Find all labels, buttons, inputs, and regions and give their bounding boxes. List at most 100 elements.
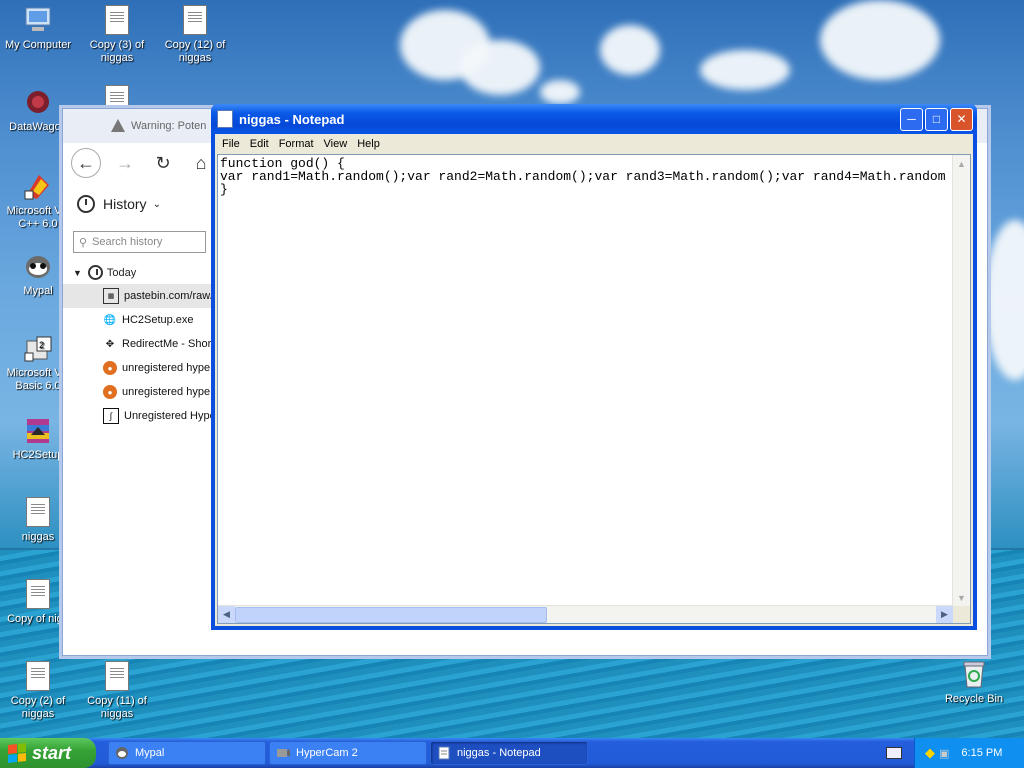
taskbar-button-label: niggas - Notepad: [457, 747, 541, 759]
editor-content[interactable]: function god() { var rand1=Math.random()…: [218, 155, 970, 196]
visual-basic-icon: 2: [22, 332, 54, 364]
minimize-button[interactable]: ─: [900, 107, 923, 131]
desktop-icon-copy-11[interactable]: Copy (11) of niggas: [77, 660, 157, 721]
menu-view[interactable]: View: [319, 138, 353, 150]
horizontal-scrollbar[interactable]: ◀ ▶: [218, 605, 953, 623]
notepad-icon: [217, 110, 233, 128]
hypercam-icon: ●: [103, 361, 117, 375]
windows-logo-icon: [8, 743, 26, 763]
computer-icon: [22, 4, 54, 36]
hypercam-icon: [277, 749, 290, 757]
menu-edit[interactable]: Edit: [245, 138, 274, 150]
text-file-icon: [183, 5, 207, 35]
history-item[interactable]: ✥ RedirectMe - Short: [63, 332, 211, 356]
vertical-scrollbar[interactable]: ▲ ▼: [952, 155, 970, 606]
history-item-label: HC2Setup.exe: [122, 314, 194, 326]
text-editor[interactable]: function god() { var rand1=Math.random()…: [217, 154, 971, 624]
notepad-titlebar[interactable]: niggas - Notepad ─ □ ✕: [211, 104, 977, 134]
history-item-label: Unregistered Hype: [124, 410, 211, 422]
scroll-down-button[interactable]: ▼: [953, 589, 970, 606]
hypercam-icon: ●: [103, 385, 117, 399]
clock-icon: [87, 265, 103, 280]
notepad-window[interactable]: niggas - Notepad ─ □ ✕ File Edit Format …: [211, 104, 977, 630]
text-file-icon: [26, 579, 50, 609]
system-tray: ◆ ▣ 6:15 PM: [914, 738, 1024, 768]
warning-icon: [111, 118, 125, 132]
recycle-bin-icon: [958, 658, 990, 690]
security-shield-icon[interactable]: ◆: [925, 745, 935, 761]
size-grip[interactable]: [953, 606, 970, 623]
forward-button[interactable]: →: [111, 149, 139, 177]
text-file-icon: [105, 661, 129, 691]
menu-file[interactable]: File: [217, 138, 245, 150]
text-file-icon: [105, 5, 129, 35]
search-icon: ⚲: [79, 236, 88, 249]
desktop-icon-label: Copy (12) of niggas: [164, 39, 226, 64]
reload-button[interactable]: ↻: [149, 149, 177, 177]
search-placeholder: Search history: [92, 236, 163, 248]
scroll-left-button[interactable]: ◀: [218, 606, 235, 623]
menu-bar: File Edit Format View Help: [215, 134, 973, 154]
taskbar-button-mypal[interactable]: Mypal: [108, 741, 266, 765]
network-icon[interactable]: ▣: [939, 747, 949, 760]
history-item[interactable]: ▦ pastebin.com/raw/: [63, 284, 211, 308]
arrow-left-icon: ←: [77, 152, 95, 173]
scroll-up-button[interactable]: ▲: [953, 155, 970, 172]
history-item-label: RedirectMe - Short: [122, 338, 211, 350]
scroll-right-button[interactable]: ▶: [936, 606, 953, 623]
notepad-body: File Edit Format View Help function god(…: [215, 134, 973, 626]
history-item[interactable]: ● unregistered hype: [63, 356, 211, 380]
home-icon: ⌂: [195, 152, 207, 173]
maximize-button[interactable]: □: [925, 107, 948, 131]
start-button[interactable]: start: [0, 738, 96, 768]
clock-icon: [77, 195, 95, 213]
history-title: History: [103, 196, 147, 212]
chevron-down-icon: ▼: [73, 267, 82, 278]
taskbar-button-notepad[interactable]: niggas - Notepad: [430, 741, 588, 765]
taskbar-button-label: Mypal: [135, 747, 165, 759]
svg-text:2: 2: [39, 340, 44, 350]
taskbar-button-label: HyperCam 2: [296, 747, 358, 759]
desktop-icon-label: Copy (3) of niggas: [89, 39, 145, 64]
mypal-icon: [22, 250, 54, 282]
back-button[interactable]: ←: [71, 148, 101, 178]
notepad-title: niggas - Notepad: [239, 111, 345, 127]
text-file-icon: [26, 497, 50, 527]
history-item-label: pastebin.com/raw/: [124, 290, 211, 302]
history-item[interactable]: ● unregistered hype: [63, 380, 211, 404]
globe-icon: 🌐: [103, 314, 117, 326]
maximize-icon: □: [932, 112, 941, 126]
history-item-label: unregistered hype: [122, 386, 211, 398]
desktop-icon-copy-12[interactable]: Copy (12) of niggas: [155, 4, 235, 65]
desktop-icon-label: My Computer: [4, 39, 72, 51]
close-icon: ✕: [956, 112, 967, 126]
desktop-icon-label: Copy (11) of niggas: [87, 695, 147, 720]
browser-title: Warning: Poten: [131, 120, 207, 132]
desktop-icon-label: Copy (2) of niggas: [10, 695, 66, 720]
desktop-icon-recycle-bin[interactable]: Recycle Bin: [934, 658, 1014, 706]
clock[interactable]: 6:15 PM: [961, 747, 1002, 759]
scroll-thumb[interactable]: [235, 607, 547, 623]
visual-cpp-icon: [22, 170, 54, 202]
datawagon-icon: [22, 86, 54, 118]
history-item-label: unregistered hype: [122, 362, 211, 374]
reload-icon: ↻: [155, 152, 171, 173]
taskbar-button-hypercam[interactable]: HyperCam 2: [269, 741, 427, 765]
search-history-input[interactable]: ⚲ Search history: [73, 231, 206, 253]
group-label: Today: [106, 266, 137, 279]
desktop-icon-my-computer[interactable]: My Computer: [0, 4, 78, 52]
pastebin-icon: ▦: [103, 288, 119, 304]
close-button[interactable]: ✕: [950, 107, 973, 131]
menu-help[interactable]: Help: [352, 138, 385, 150]
arrow-right-icon: →: [116, 152, 134, 173]
desktop-icon-copy-2[interactable]: Copy (2) of niggas: [0, 660, 78, 721]
museum-icon: ∫: [103, 408, 119, 424]
history-item[interactable]: ∫ Unregistered Hype: [63, 404, 211, 428]
desktop-icon-copy-3[interactable]: Copy (3) of niggas: [77, 4, 157, 65]
history-item[interactable]: 🌐 HC2Setup.exe: [63, 308, 211, 332]
menu-format[interactable]: Format: [274, 138, 319, 150]
keyboard-icon[interactable]: [886, 747, 902, 759]
desktop-icon-label: Recycle Bin: [944, 693, 1004, 705]
mypal-icon: [116, 747, 128, 759]
move-arrows-icon: ✥: [105, 338, 115, 350]
